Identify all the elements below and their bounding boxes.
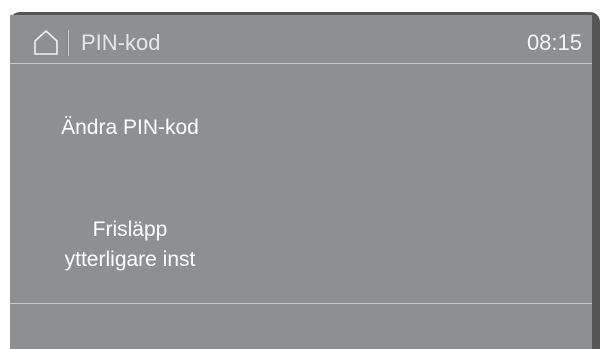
header-divider bbox=[68, 30, 69, 56]
menu-item-label-line-1: Frisläpp bbox=[92, 218, 168, 241]
home-icon bbox=[34, 30, 58, 55]
menu-item-release-settings[interactable]: Frisläpp ytterligare inst bbox=[20, 215, 240, 275]
page-title: PIN-kod bbox=[81, 30, 161, 55]
menu-item-label: Ändra PIN-kod bbox=[61, 116, 199, 139]
home-button[interactable] bbox=[32, 28, 60, 56]
header-bar: PIN-kod 08:15 bbox=[10, 15, 592, 64]
footer-divider bbox=[10, 303, 592, 304]
menu-item-label-line-2: ytterligare inst bbox=[64, 248, 196, 271]
display-screen: PIN-kod 08:15 Ändra PIN-kod Frisläpp ytt… bbox=[10, 15, 592, 349]
clock-time: 08:15 bbox=[526, 30, 582, 55]
menu-item-change-pin[interactable]: Ändra PIN-kod bbox=[20, 113, 240, 143]
